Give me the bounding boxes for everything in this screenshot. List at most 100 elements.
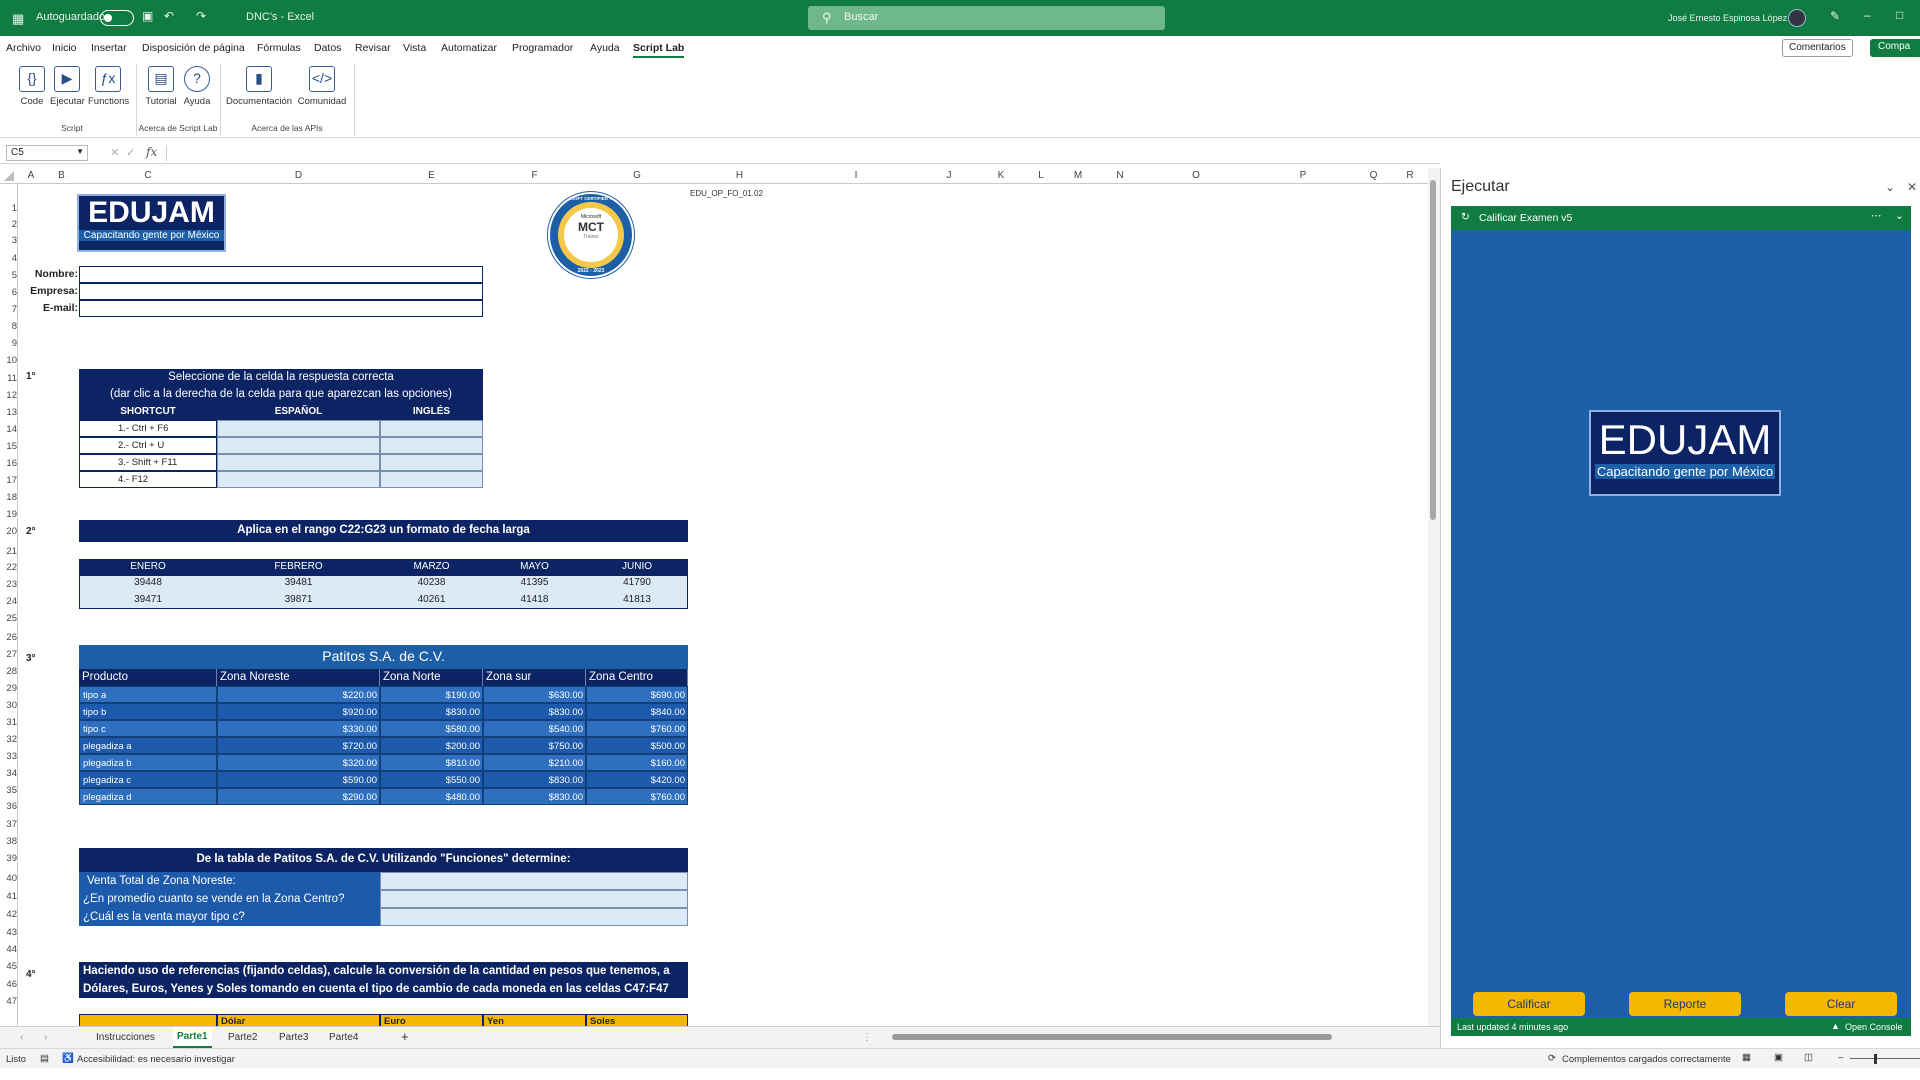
row-header[interactable]: 5 xyxy=(0,270,17,281)
q2-cell[interactable]: 39471 xyxy=(79,594,217,605)
tab-parte4[interactable]: Parte4 xyxy=(329,1032,358,1043)
row-header[interactable]: 9 xyxy=(0,338,17,349)
row-header[interactable]: 20 xyxy=(0,526,17,537)
q2-cell[interactable]: 41395 xyxy=(483,577,586,588)
empresa-field[interactable] xyxy=(79,283,483,300)
zoom-out-icon[interactable]: – xyxy=(1838,1052,1843,1063)
more-icon[interactable]: ⋯ xyxy=(1871,210,1882,222)
row-header[interactable]: 24 xyxy=(0,596,17,607)
menu-archivo[interactable]: Archivo xyxy=(6,42,41,54)
autosave-toggle[interactable] xyxy=(100,10,134,26)
q2-cell[interactable]: 40238 xyxy=(380,577,483,588)
row-header[interactable]: 42 xyxy=(0,909,17,920)
column-header[interactable]: J xyxy=(921,170,977,181)
q1-answer-es-1[interactable] xyxy=(217,420,380,437)
q3-cell[interactable]: $160.00 xyxy=(586,754,688,771)
page-break-icon[interactable]: ◫ xyxy=(1804,1052,1813,1063)
normal-view-icon[interactable]: ▦ xyxy=(1742,1052,1751,1063)
q3-cell[interactable]: $420.00 xyxy=(586,771,688,788)
calificar-button[interactable]: Calificar xyxy=(1473,992,1585,1016)
row-header[interactable]: 44 xyxy=(0,944,17,955)
email-field[interactable] xyxy=(79,300,483,317)
column-header[interactable]: Q xyxy=(1355,170,1392,181)
row-header[interactable]: 7 xyxy=(0,304,17,315)
row-header[interactable]: 3 xyxy=(0,235,17,246)
share-button[interactable]: Compa xyxy=(1870,39,1920,57)
row-header[interactable]: 33 xyxy=(0,751,17,762)
pane-options-icon[interactable]: ⌄ xyxy=(1885,180,1895,194)
row-header[interactable]: 22 xyxy=(0,562,17,573)
q1-answer-es-2[interactable] xyxy=(217,437,380,454)
q3-cell[interactable]: $840.00 xyxy=(586,703,688,720)
vertical-scrollbar[interactable] xyxy=(1428,168,1440,1026)
page-layout-icon[interactable]: ▣ xyxy=(1774,1052,1783,1063)
column-header[interactable]: H xyxy=(688,170,791,181)
tutorial-button[interactable]: ▤ Tutorial xyxy=(144,66,178,107)
q3-cell[interactable]: tipo a xyxy=(79,686,217,703)
column-header[interactable]: K xyxy=(977,170,1025,181)
row-header[interactable]: 23 xyxy=(0,579,17,590)
funciones-answer-3[interactable] xyxy=(380,908,688,926)
save-icon[interactable]: ▣ xyxy=(142,9,153,23)
worksheet[interactable]: EDUJAM Capacitando gente por México Micr… xyxy=(18,184,1428,1026)
row-header[interactable]: 32 xyxy=(0,734,17,745)
row-header[interactable]: 36 xyxy=(0,801,17,812)
q3-cell[interactable]: $500.00 xyxy=(586,737,688,754)
q3-cell[interactable]: $920.00 xyxy=(217,703,380,720)
row-header[interactable]: 26 xyxy=(0,632,17,643)
column-header[interactable]: I xyxy=(791,170,921,181)
accessibility-status[interactable]: Accesibilidad: es necesario investigar xyxy=(77,1054,235,1065)
row-header[interactable]: 29 xyxy=(0,683,17,694)
q2-cell[interactable]: 39871 xyxy=(217,594,380,605)
function-icon[interactable]: fx xyxy=(146,145,157,159)
row-header[interactable]: 18 xyxy=(0,492,17,503)
q3-cell[interactable]: $830.00 xyxy=(483,703,586,720)
q3-cell[interactable]: $290.00 xyxy=(217,788,380,805)
scrollbar-thumb[interactable] xyxy=(1430,180,1436,520)
q3-cell[interactable]: $540.00 xyxy=(483,720,586,737)
q3-cell[interactable]: $630.00 xyxy=(483,686,586,703)
row-header[interactable]: 34 xyxy=(0,768,17,779)
open-console-link[interactable]: Open Console xyxy=(1845,1022,1903,1032)
macro-icon[interactable]: ▤ xyxy=(40,1053,49,1064)
q3-cell[interactable]: $550.00 xyxy=(380,771,483,788)
row-header[interactable]: 1 xyxy=(0,203,17,214)
row-header[interactable]: 28 xyxy=(0,666,17,677)
q3-cell[interactable]: tipo b xyxy=(79,703,217,720)
column-header[interactable]: E xyxy=(380,170,483,181)
row-header[interactable]: 35 xyxy=(0,785,17,796)
cancel-icon[interactable]: ✕ xyxy=(110,146,119,159)
q1-answer-en-1[interactable] xyxy=(380,420,483,437)
run-button[interactable]: ▶ Ejecutar xyxy=(50,66,85,107)
q3-cell[interactable]: tipo c xyxy=(79,720,217,737)
q3-cell[interactable]: $830.00 xyxy=(483,788,586,805)
row-header[interactable]: 27 xyxy=(0,649,17,660)
column-header[interactable]: C xyxy=(79,170,217,181)
menu-programador[interactable]: Programador xyxy=(512,42,573,54)
tab-parte1[interactable]: Parte1 xyxy=(173,1027,212,1048)
row-header[interactable]: 46 xyxy=(0,979,17,990)
help-button[interactable]: ? Ayuda xyxy=(182,66,212,107)
row-header[interactable]: 6 xyxy=(0,287,17,298)
row-header[interactable]: 31 xyxy=(0,717,17,728)
functions-button[interactable]: ƒx Functions xyxy=(88,66,129,107)
row-header[interactable]: 38 xyxy=(0,836,17,847)
column-header[interactable]: A xyxy=(18,170,44,181)
column-header[interactable]: B xyxy=(44,170,79,181)
row-header[interactable]: 41 xyxy=(0,891,17,902)
funciones-answer-1[interactable] xyxy=(380,872,688,890)
restore-icon[interactable]: □ xyxy=(1896,8,1903,22)
q3-cell[interactable]: $830.00 xyxy=(380,703,483,720)
q3-cell[interactable]: $690.00 xyxy=(586,686,688,703)
reporte-button[interactable]: Reporte xyxy=(1629,992,1741,1016)
pen-icon[interactable]: ✎ xyxy=(1830,9,1840,23)
q3-cell[interactable]: $330.00 xyxy=(217,720,380,737)
row-header[interactable]: 13 xyxy=(0,407,17,418)
q3-cell[interactable]: $760.00 xyxy=(586,788,688,805)
q3-cell[interactable]: $190.00 xyxy=(380,686,483,703)
zoom-slider[interactable] xyxy=(1850,1058,1920,1059)
menu-disposicion[interactable]: Disposición de página xyxy=(142,42,245,54)
code-button[interactable]: {} Code xyxy=(18,66,46,107)
tab-scroll-left-icon[interactable]: ‹ xyxy=(20,1032,23,1043)
search-box[interactable]: ⚲ Buscar xyxy=(808,6,1165,30)
